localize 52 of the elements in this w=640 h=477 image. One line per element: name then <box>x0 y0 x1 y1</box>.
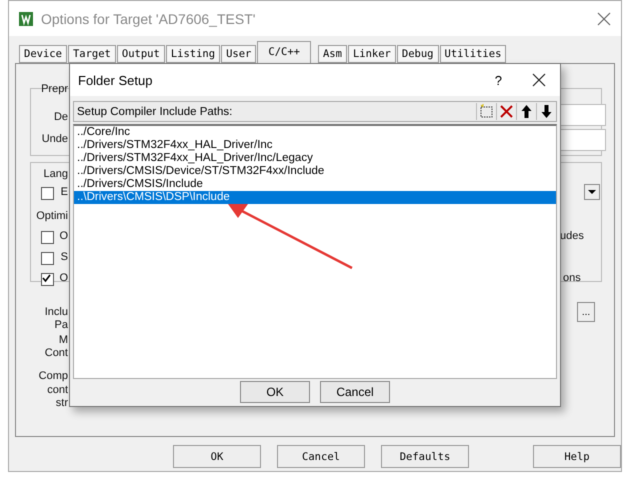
list-label: Setup Compiler Include Paths: <box>77 106 234 118</box>
checkbox[interactable] <box>41 187 54 200</box>
path-item[interactable]: ../Drivers/STM32F4xx_HAL_Driver/Inc <box>74 139 556 152</box>
form-label: Inclu <box>44 306 68 318</box>
form-label: Comp <box>38 370 68 382</box>
checkbox[interactable] <box>41 252 54 265</box>
form-label: De <box>54 111 68 123</box>
dialog-button[interactable]: OK <box>240 381 310 403</box>
path-item[interactable]: ..\Drivers\CMSIS\DSP\Include <box>74 191 556 204</box>
checkbox-label: S <box>60 251 68 263</box>
checkbox-label: O <box>59 230 68 242</box>
tab[interactable]: User <box>221 45 256 63</box>
form-label: str <box>56 397 68 409</box>
dialog-button[interactable]: Cancel <box>320 381 390 403</box>
checkbox-label: O <box>59 272 68 284</box>
form-label: Pa <box>54 319 68 331</box>
checkbox[interactable] <box>41 273 54 286</box>
form-label: Optimi <box>36 210 68 222</box>
form-label: Lang <box>44 168 68 180</box>
tab[interactable]: Utilities <box>440 45 506 63</box>
tab[interactable]: Target <box>68 45 116 63</box>
path-item[interactable]: ../Drivers/STM32F4xx_HAL_Driver/Inc/Legacy <box>74 152 556 165</box>
tab[interactable]: Debug <box>396 45 438 63</box>
dialog-button[interactable]: Cancel <box>277 445 365 468</box>
tab[interactable]: Asm <box>318 45 347 63</box>
form-label: ons <box>563 272 581 284</box>
check-icon <box>42 274 51 283</box>
form-label: Prepr <box>41 83 68 95</box>
dialog-button[interactable]: OK <box>173 445 261 468</box>
tab[interactable]: C/C++ <box>257 41 311 63</box>
tab[interactable]: Listing <box>166 45 220 63</box>
path-item[interactable]: ../Core/Inc <box>74 126 556 139</box>
path-item[interactable]: ../Drivers/CMSIS/Include <box>74 178 556 191</box>
form-label: Cont <box>44 347 68 359</box>
close-icon[interactable] <box>532 73 546 87</box>
tab[interactable]: Device <box>19 45 67 63</box>
help-button[interactable]: ? <box>494 72 502 88</box>
tab[interactable]: Linker <box>348 45 396 63</box>
form-label: Unde <box>42 133 68 145</box>
checkbox[interactable] <box>41 231 54 244</box>
dialog-title: Folder Setup <box>78 72 154 88</box>
browse-button[interactable]: ... <box>577 302 595 322</box>
form-label: cont <box>47 384 68 396</box>
form-label: udes <box>560 230 584 242</box>
dialog-button[interactable]: Help <box>533 445 621 468</box>
form-label: M <box>58 334 68 346</box>
window-title: Options for Target 'AD7606_TEST' <box>41 10 256 26</box>
tab[interactable]: Output <box>116 45 165 63</box>
dialog-button[interactable]: Defaults <box>381 445 469 468</box>
path-item[interactable]: ../Drivers/CMSIS/Device/ST/STM32F4xx/Include <box>74 165 556 178</box>
checkbox-label: E <box>60 186 68 198</box>
app-logo-icon <box>19 12 33 26</box>
